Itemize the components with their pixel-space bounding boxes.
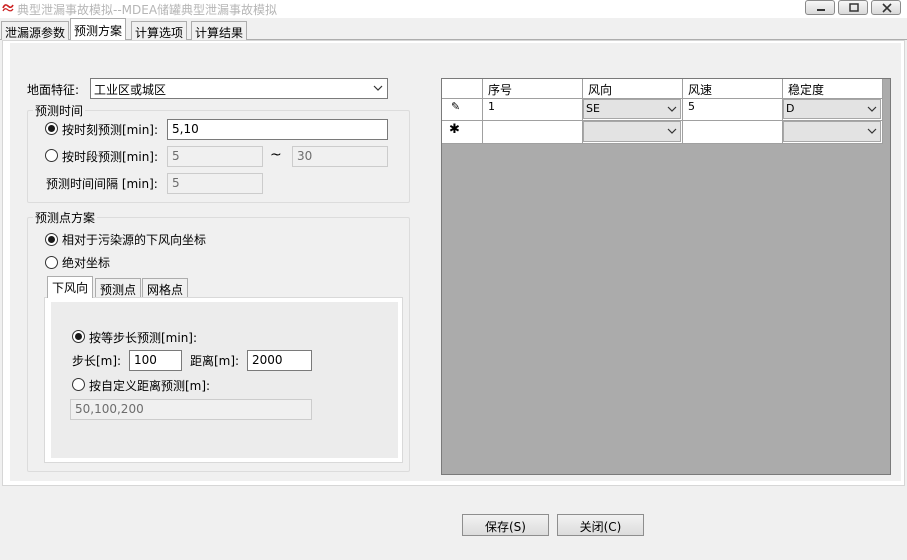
cell-stability-wrap: D [783,99,883,121]
period-to-input[interactable]: 30 [292,146,388,167]
subtab-prediction-points[interactable]: 预测点 [95,278,142,297]
tab-prediction-plan[interactable]: 预测方案 [70,18,127,40]
by-period-label: 按时段预测[min]: [62,150,159,164]
custom-distance-radio[interactable] [72,378,85,391]
cell-direction-value: SE [586,102,600,115]
close-window-button[interactable] [871,0,901,15]
tab-leak-source-params[interactable]: 泄漏源参数 [1,21,70,40]
chevron-down-icon [867,128,877,134]
distance-input[interactable]: 2000 [247,350,312,371]
subtab-downwind[interactable]: 下风向 [47,276,94,298]
new-cell-direction[interactable] [583,121,681,142]
absolute-coords-radio[interactable] [45,256,58,269]
new-row-marker[interactable]: ✱ [442,121,483,144]
column-header-direction[interactable]: 风向 [583,79,683,99]
step-label: 步长[m]: [72,354,122,368]
maximize-icon [849,3,859,12]
column-header-stability[interactable]: 稳定度 [783,79,883,99]
cell-stability[interactable]: D [783,99,881,119]
grid-corner [442,79,483,99]
tab-calc-options[interactable]: 计算选项 [131,21,188,40]
maximize-button[interactable] [838,0,868,15]
column-header-speed[interactable]: 风速 [683,79,783,99]
cell-direction-wrap: SE [583,99,683,121]
minimize-icon [817,9,825,11]
window-title: 典型泄漏事故模拟--MDEA储罐典型泄漏事故模拟 [17,3,278,17]
distance-label: 距离[m]: [190,354,240,368]
interval-label: 预测时间间隔 [min]: [46,177,158,191]
close-button[interactable]: 关闭(C) [557,514,644,536]
by-period-radio[interactable] [45,149,58,162]
cell-direction[interactable]: SE [583,99,681,119]
relative-coords-radio[interactable] [45,233,58,246]
row-edit-marker[interactable]: ✎ [442,99,483,121]
terrain-label: 地面特征: [27,83,80,97]
interval-input[interactable]: 5 [167,173,263,194]
step-input[interactable]: 100 [129,350,182,371]
by-moment-label: 按时刻预测[min]: [62,123,159,137]
custom-distance-input[interactable]: 50,100,200 [70,399,312,420]
absolute-coords-label: 绝对坐标 [62,256,111,270]
prediction-time-group-label: 预测时间 [33,102,86,119]
minimize-button[interactable] [805,0,835,15]
column-header-no[interactable]: 序号 [483,79,583,99]
weather-grid[interactable]: 序号 风向 风速 稳定度 ✎ 1 SE 5 D ✱ [441,78,891,475]
close-icon [882,3,892,13]
cell-no[interactable]: 1 [483,99,583,121]
new-cell-speed[interactable] [683,121,783,144]
app-icon [2,4,14,12]
equal-step-label: 按等步长预测[min]: [89,331,198,345]
chevron-down-icon [867,106,877,112]
cell-stability-value: D [786,102,795,115]
chevron-down-icon [373,85,383,91]
save-button[interactable]: 保存(S) [462,514,549,536]
subtab-grid-points[interactable]: 网格点 [142,278,189,297]
relative-coords-label: 相对于污染源的下风向坐标 [62,233,207,247]
equal-step-radio[interactable] [72,330,85,343]
new-cell-direction-wrap [583,121,683,144]
custom-distance-label: 按自定义距离预测[m]: [89,379,211,393]
chevron-down-icon [667,106,677,112]
period-tilde: ~ [270,147,282,163]
terrain-select[interactable]: 工业区或城区 [90,78,388,99]
by-moment-input[interactable]: 5,10 [167,119,388,140]
by-moment-radio[interactable] [45,122,58,135]
prediction-points-group-label: 预测点方案 [33,209,98,226]
new-cell-no[interactable] [483,121,583,144]
cell-speed[interactable]: 5 [683,99,783,121]
tab-calc-results[interactable]: 计算结果 [191,21,248,40]
new-cell-stability[interactable] [783,121,881,142]
chevron-down-icon [667,128,677,134]
period-from-input[interactable]: 5 [167,146,263,167]
new-cell-stability-wrap [783,121,883,144]
terrain-value: 工业区或城区 [94,83,167,97]
